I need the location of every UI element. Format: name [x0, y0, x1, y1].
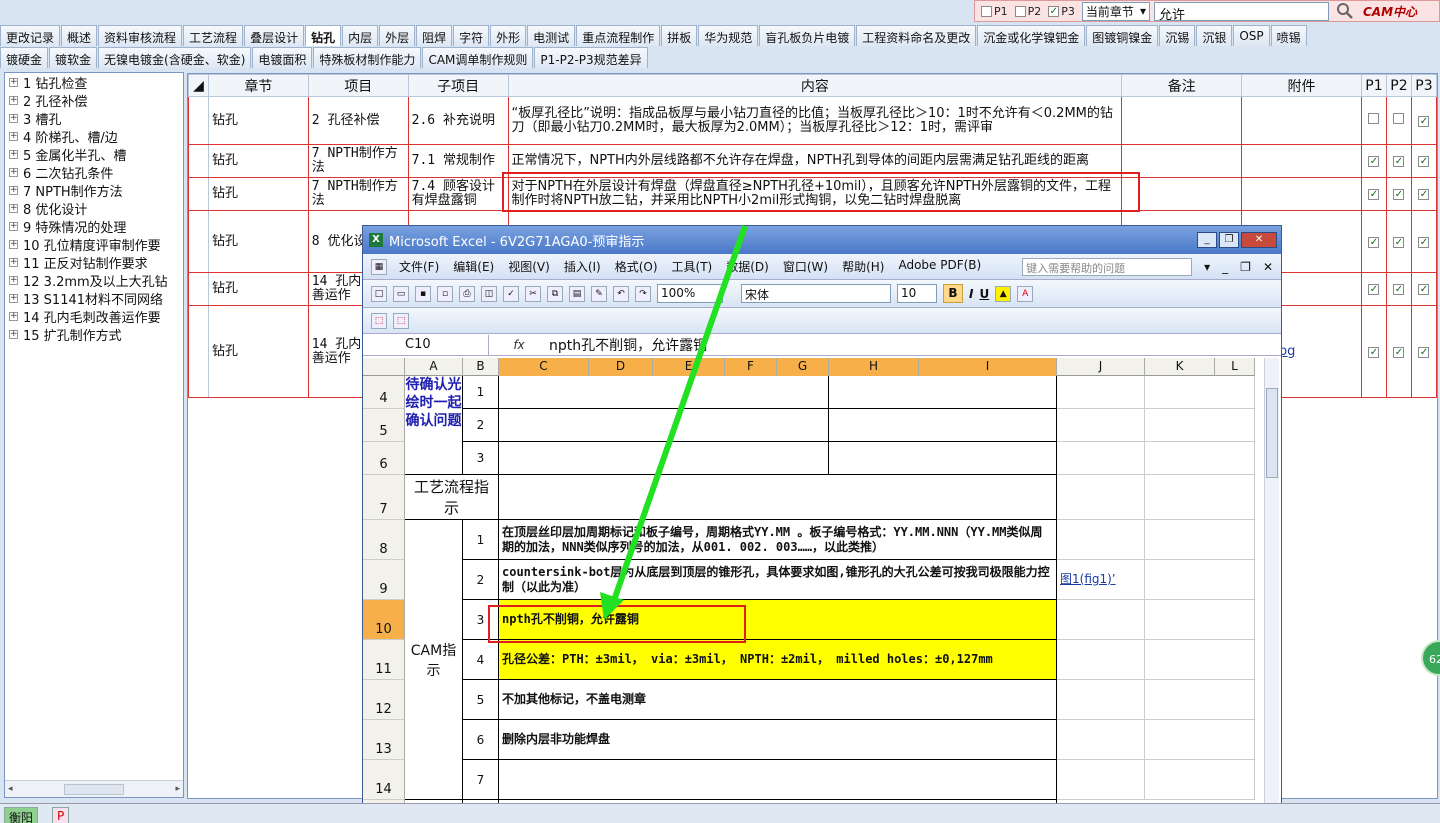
taskbar: 衡阳 P	[0, 803, 1440, 823]
arrow-line	[609, 225, 748, 607]
arrow-head	[600, 592, 624, 620]
arrow-annotation	[600, 225, 748, 620]
taskbar-item-2[interactable]: P	[52, 807, 70, 823]
taskbar-item-1[interactable]: 衡阳	[4, 807, 39, 823]
